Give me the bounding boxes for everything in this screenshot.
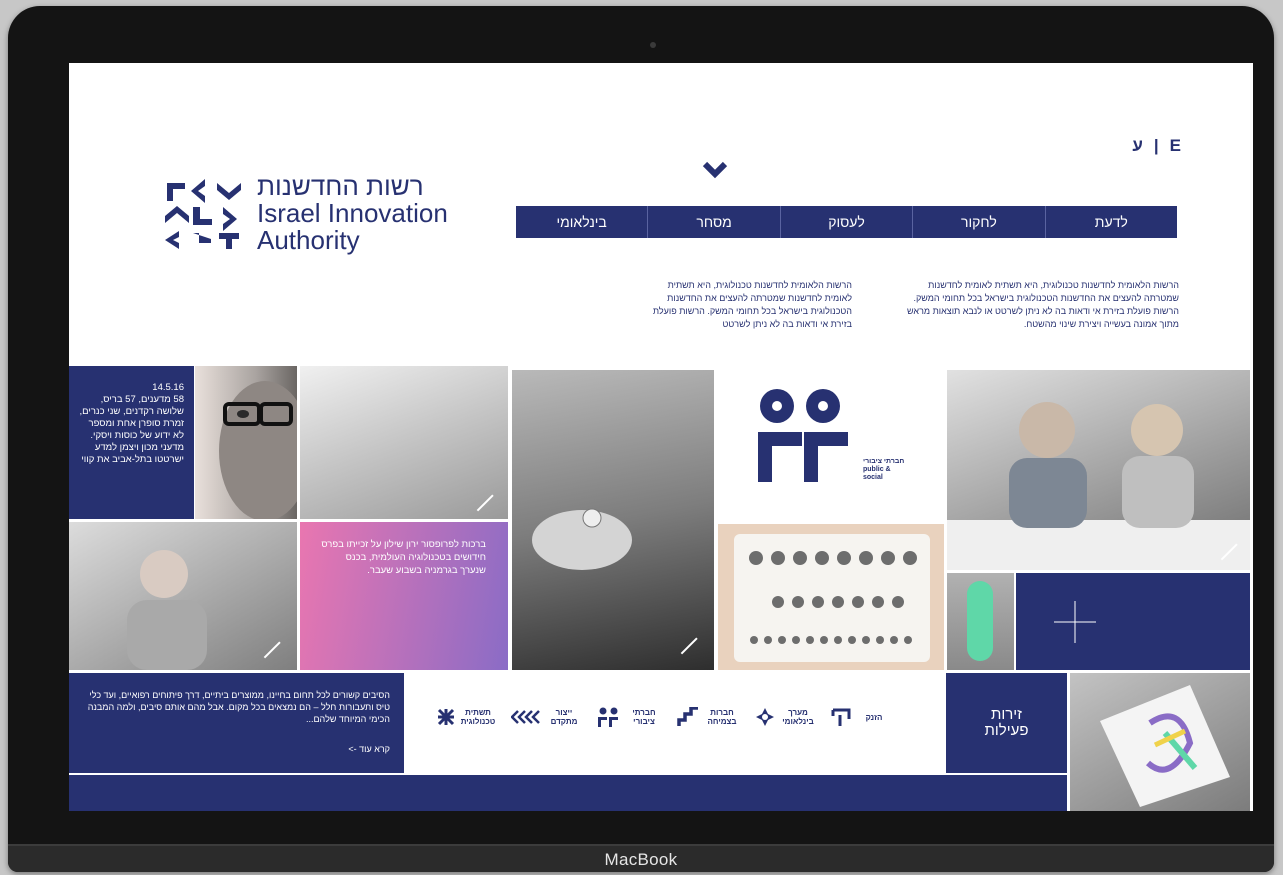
capsule-illustration [967,581,993,661]
smiling-girl-photo[interactable] [69,522,297,670]
activity-advanced-manufacturing[interactable]: ייצור מתקדם [511,707,583,727]
activity-label: מערך בינלאומי [782,708,814,726]
activity-label: חברות בצמיחה [707,708,737,726]
nav-item-trade[interactable]: מסחר [647,206,779,238]
language-switcher: ע | E [1127,136,1187,156]
activity-icons-row: תשתית טכנולוגית ייצור מתקדם חברתי ציבורי… [437,707,893,727]
arenas-line2: פעילות [984,722,1029,739]
public-social-label: חברתי ציבורי public & social [863,458,904,482]
main-nav: לדעת לחקור לעסוק מסחר בינלאומי [516,206,1177,238]
nav-item-international[interactable]: בינלאומי [516,206,647,238]
chevron-down-icon[interactable] [702,161,728,179]
magazine-cover-photo[interactable] [1070,673,1250,811]
lang-separator: | [1153,136,1160,155]
logo-hebrew-name: רשות החדשנות [257,171,424,201]
innovation-authority-logo-icon [165,179,241,249]
camera-icon [650,42,656,48]
girl-photo-illustration [127,550,207,670]
activity-label: חברתי ציבורי [632,708,656,726]
advanced-manufacturing-icon [511,710,540,724]
activity-label: תשתית טכנולוגית [460,708,496,726]
footer-bar [69,775,1067,811]
activity-label: הזנק [865,712,883,722]
activity-label: ייצור מתקדם [550,708,578,726]
circuit-board-photo[interactable] [718,524,944,670]
intro-text-left: הרשות הלאומית לחדשנות טכנולוגית, היא תשת… [652,280,852,329]
congrats-gradient-tile[interactable]: ברכות לפרופסור ירון שילון על זכייתו בפרס… [300,522,508,670]
about-text: הסיבים קשורים לכל תחום בחיינו, ממוצרים ב… [87,690,390,724]
website-screen: ע | E רשות החדשנות Israel Innovation Aut… [69,63,1253,811]
intro-text-right: הרשות הלאומית לחדשנות טכנולוגית, היא תשת… [907,280,1179,329]
public-social-logo-icon [758,389,848,482]
activity-startup[interactable]: הזנק [831,707,893,727]
public-social-hebrew: חברתי ציבורי [863,458,905,465]
nav-item-research[interactable]: לחקור [912,206,1044,238]
activity-arenas-tile[interactable]: זירות פעילות [946,673,1067,773]
site-logo[interactable]: רשות החדשנות Israel Innovation Authority [159,173,459,254]
arenas-line1: זירות [990,706,1023,723]
growth-icon [677,707,698,726]
about-fibers-tile[interactable]: הסיבים קשורים לכל תחום בחיינו, ממוצרים ב… [69,673,404,773]
news-date: 14.5.16 [152,382,184,393]
public-social-logo-tile[interactable]: חברתי ציבורי public & social [718,370,944,521]
logo-english-line1: Israel Innovation [257,198,448,228]
man-photo-illustration [219,381,297,519]
read-more-link[interactable]: קרא עוד -> [79,743,390,755]
laptop-frame: ע | E רשות החדשנות Israel Innovation Aut… [8,6,1274,872]
green-capsule-photo[interactable] [947,573,1014,670]
news-text: 58 מדענים, 57 בריס, שלושה רקדנים, שני כנ… [79,394,184,465]
international-icon [756,708,774,726]
activity-icons-bar: תשתית טכנולוגית ייצור מתקדם חברתי ציבורי… [407,673,944,773]
people-photo-illustration [947,402,1250,570]
hand-component-photo[interactable] [512,370,714,670]
man-glasses-photo[interactable] [195,366,297,519]
nav-item-business[interactable]: לעסוק [779,206,912,238]
plus-icon [1054,601,1096,643]
hand-photo-illustration [532,508,632,570]
news-tile[interactable]: 14.5.16 58 מדענים, 57 בריס, שלושה רקדנים… [69,366,194,519]
activity-international[interactable]: מערך בינלאומי [755,707,817,727]
activity-public-social[interactable]: חברתי ציבורי [597,707,663,727]
activity-infrastructure[interactable]: תשתית טכנולוגית [437,707,497,727]
lang-hebrew-link[interactable]: ע [1132,136,1144,155]
lab-equipment-photo[interactable] [300,366,508,519]
nav-item-know[interactable]: לדעת [1044,206,1177,238]
circuit-board-illustration [734,534,930,662]
public-social-english: public & social [863,466,891,481]
startup-icon [831,708,851,726]
people-at-table-photo[interactable] [947,370,1250,570]
plus-tile[interactable] [1016,573,1250,670]
public-social-icon [598,707,618,727]
logo-english-line2: Authority [257,225,360,255]
activity-growth[interactable]: חברות בצמיחה [677,707,741,727]
infrastructure-icon [437,708,455,726]
magazine-illustration [1100,685,1230,807]
lang-english-link[interactable]: E [1170,136,1182,155]
tile-slash-icon [476,493,494,511]
laptop-base: MacBook [8,844,1274,872]
logo-text: רשות החדשנות Israel Innovation Authority [257,173,448,254]
device-brand-label: MacBook [604,850,678,869]
